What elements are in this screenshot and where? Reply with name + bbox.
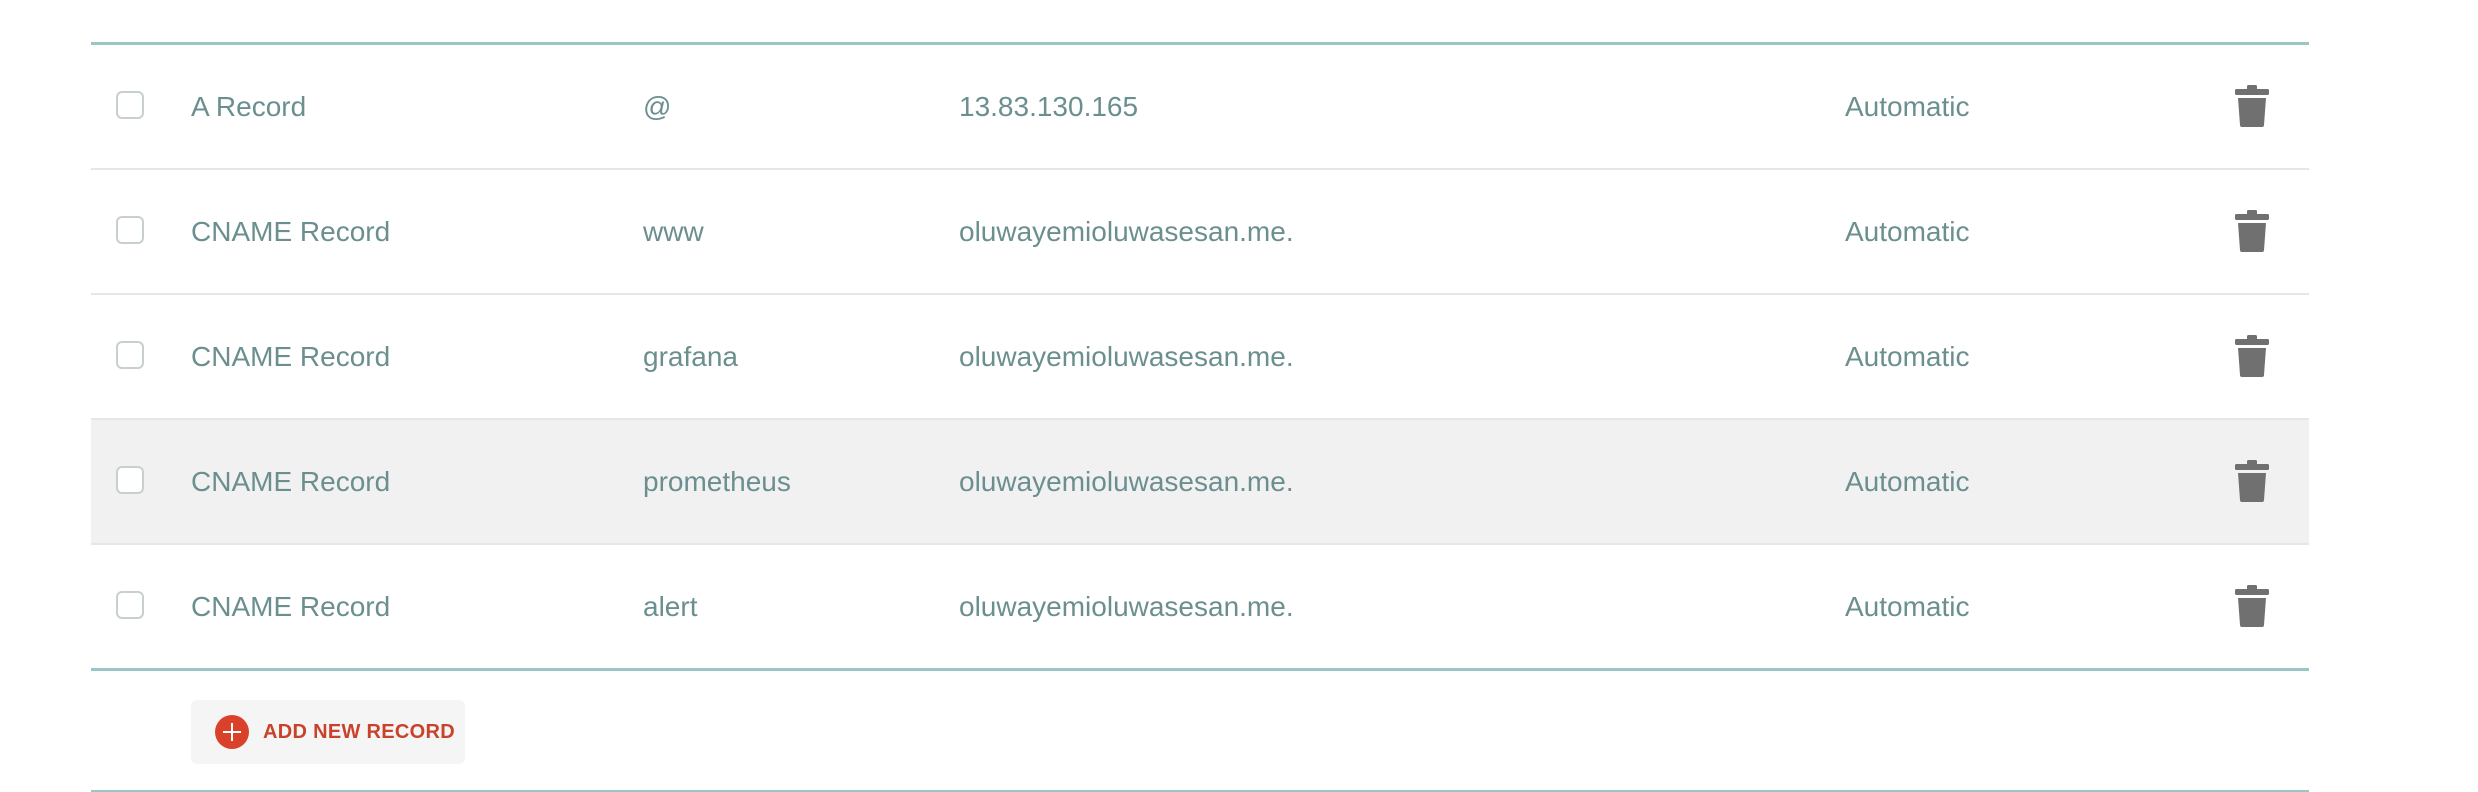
row-checkbox[interactable] xyxy=(116,466,144,494)
trash-icon[interactable] xyxy=(2235,585,2269,627)
add-new-record-button[interactable]: ADD NEW RECORD xyxy=(191,700,465,764)
record-host: prometheus xyxy=(643,466,791,497)
trash-icon[interactable] xyxy=(2235,460,2269,502)
record-type: CNAME Record xyxy=(191,341,391,372)
record-value: oluwayemioluwasesan.me. xyxy=(959,341,1294,372)
trash-icon[interactable] xyxy=(2235,210,2269,252)
record-ttl: Automatic xyxy=(1845,91,1970,122)
record-ttl: Automatic xyxy=(1845,591,1970,622)
row-checkbox[interactable] xyxy=(116,341,144,369)
record-value: oluwayemioluwasesan.me. xyxy=(959,216,1294,247)
record-type: A Record xyxy=(191,91,307,122)
trash-icon[interactable] xyxy=(2235,85,2269,127)
record-type: CNAME Record xyxy=(191,591,391,622)
row-checkbox[interactable] xyxy=(116,216,144,244)
record-ttl: Automatic xyxy=(1845,216,1970,247)
plus-circle-icon xyxy=(215,715,249,749)
record-type: CNAME Record xyxy=(191,466,391,497)
add-new-record-label: ADD NEW RECORD xyxy=(263,721,455,743)
trash-icon[interactable] xyxy=(2235,335,2269,377)
add-record-footer: ADD NEW RECORD xyxy=(91,672,2309,792)
row-checkbox[interactable] xyxy=(116,591,144,619)
table-row: CNAME Record prometheus oluwayemioluwase… xyxy=(91,420,2309,545)
record-ttl: Automatic xyxy=(1845,466,1970,497)
record-type: CNAME Record xyxy=(191,216,391,247)
table-row: CNAME Record grafana oluwayemioluwasesan… xyxy=(91,295,2309,420)
record-host: alert xyxy=(643,591,698,622)
table-row: CNAME Record alert oluwayemioluwasesan.m… xyxy=(91,545,2309,671)
record-value: oluwayemioluwasesan.me. xyxy=(959,591,1294,622)
record-value: oluwayemioluwasesan.me. xyxy=(959,466,1294,497)
table-row: A Record @ 13.83.130.165 Automatic xyxy=(91,45,2309,170)
record-host: www xyxy=(643,216,704,247)
record-host: grafana xyxy=(643,341,738,372)
record-value: 13.83.130.165 xyxy=(959,91,1139,122)
record-host: @ xyxy=(643,91,672,122)
record-ttl: Automatic xyxy=(1845,341,1970,372)
dns-records-table: A Record @ 13.83.130.165 Automatic CNAME… xyxy=(91,42,2309,671)
table-row: CNAME Record www oluwayemioluwasesan.me.… xyxy=(91,170,2309,295)
row-checkbox[interactable] xyxy=(116,91,144,119)
